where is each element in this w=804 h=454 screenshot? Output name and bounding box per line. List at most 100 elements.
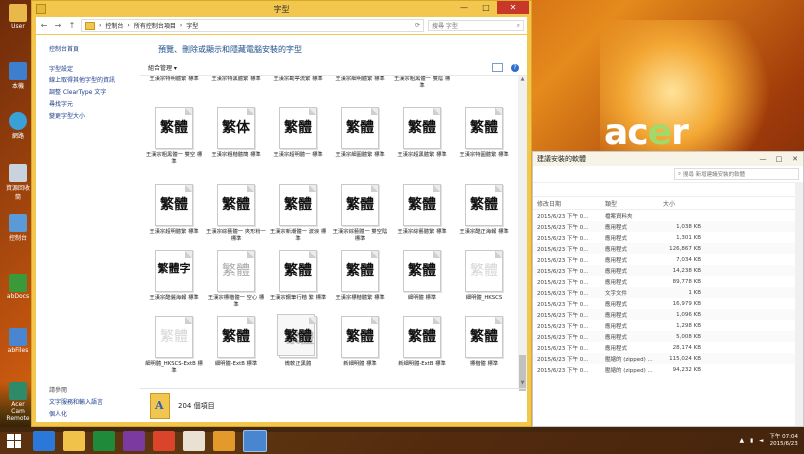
file-row[interactable]: 2015/6/23 下午 0... 應用程式 5,008 KB: [533, 331, 803, 342]
file-row[interactable]: 2015/6/23 下午 0... 應用程式 1,096 KB: [533, 309, 803, 320]
file-row[interactable]: 2015/6/23 下午 0... 應用程式 28,174 KB: [533, 342, 803, 353]
font-tile[interactable]: 繁體 王漢宗標楷體繁 標準: [330, 250, 390, 302]
organize-button[interactable]: 組合管理 ▾: [148, 63, 177, 72]
forward-arrow-icon[interactable]: →: [53, 21, 63, 30]
font-tile[interactable]: 繁體 細明體-ExtB 標準: [206, 316, 266, 368]
file-row[interactable]: 2015/6/23 下午 0... 壓縮的 (zipped) ... 94,232 …: [533, 364, 803, 375]
back-arrow-icon[interactable]: ←: [39, 21, 49, 30]
sidebar-link-change-font-size[interactable]: 變更字型大小: [49, 111, 85, 120]
font-tile[interactable]: 繁體 王漢宗粗黑體一 雙空 標準: [144, 107, 204, 166]
scroll-down-icon[interactable]: ▼: [518, 380, 527, 388]
font-tile[interactable]: 王漢宗粗黑體一 雙陰 標準: [392, 76, 452, 90]
sidebar-link-online-fonts[interactable]: 線上取得其他字型的資訊: [49, 75, 115, 84]
font-tile[interactable]: 繁體 王漢宗鋼筆行楷 繁 標準: [268, 250, 328, 302]
font-tile[interactable]: 繁體字 王漢宗酷儷海報 標準: [144, 250, 204, 302]
font-tile[interactable]: 繁體 王漢宗綜藝體一 夾形粉一 標準: [206, 184, 266, 243]
font-tile[interactable]: 繁體 王漢宗超明體一 標準: [268, 107, 328, 159]
software-scrollbar[interactable]: [795, 182, 803, 426]
font-tile[interactable]: 繁體 細明體_HKSCS-ExtB 標準: [144, 316, 204, 375]
font-tile[interactable]: 繁體 王漢宗超黑體繁 標準: [392, 107, 452, 159]
desktop-icon-abdocs[interactable]: abDocs: [4, 274, 32, 300]
file-row[interactable]: 2015/6/23 下午 0... 應用程式 1,298 KB: [533, 320, 803, 331]
sidebar-home-link[interactable]: 控制台首頁: [49, 44, 79, 53]
column-date[interactable]: 修改日期: [533, 199, 605, 208]
font-tile[interactable]: 繁體 新細明體-ExtB 標準: [392, 316, 452, 368]
file-row[interactable]: 2015/6/23 下午 0... 應用程式 14,238 KB: [533, 265, 803, 276]
clock[interactable]: 下午 07:04 2015/6/23: [769, 434, 798, 448]
sidebar-link-find-character[interactable]: 尋找字元: [49, 99, 73, 108]
font-tile[interactable]: 繁體 王漢宗新潮體一 波浪 標準: [268, 184, 328, 243]
maximize-button[interactable]: □: [475, 1, 497, 14]
desktop-icon-abfiles[interactable]: abFiles: [4, 328, 32, 354]
software-search-input[interactable]: ⌕ 搜尋 新增建議安裝的軟體: [674, 168, 799, 180]
close-button[interactable]: ✕: [787, 155, 803, 163]
desktop-icon-recycle-bin[interactable]: 資源回收筒: [4, 164, 32, 201]
ie-icon[interactable]: [33, 430, 55, 451]
desktop-icon-network[interactable]: 網路: [4, 112, 32, 140]
desktop-icon-control-panel[interactable]: 控制台: [4, 214, 32, 242]
minimize-button[interactable]: —: [453, 1, 475, 14]
fonts-scrollbar[interactable]: ▲ ▼: [518, 76, 527, 391]
excel-icon[interactable]: [93, 430, 115, 451]
close-button[interactable]: ✕: [497, 1, 529, 14]
network-tray-icon[interactable]: ▮: [750, 438, 753, 444]
breadcrumb[interactable]: › 控制台 › 所有控制台項目 › 字型 ⟳: [81, 19, 424, 32]
file-row[interactable]: 2015/6/23 下午 0... 應用程式 89,778 KB: [533, 276, 803, 287]
breadcrumb-fonts[interactable]: 字型: [186, 21, 198, 30]
font-tile[interactable]: 繁體 王漢宗綜藝體一 雙空陰 標準: [330, 184, 390, 243]
column-size[interactable]: 大小: [663, 199, 701, 208]
font-tile[interactable]: 繁體 王漢宗特圓體繁 標準: [454, 107, 514, 159]
font-tile[interactable]: 繁体 王漢宗粗楷體簡 標準: [206, 107, 266, 159]
file-row[interactable]: 2015/6/23 下午 0... 應用程式 7,034 KB: [533, 254, 803, 265]
sidebar-link-font-settings[interactable]: 字型設定: [49, 64, 73, 73]
font-tile[interactable]: 繁體 王漢宗超明體繁 標準: [144, 184, 204, 236]
onenote-icon[interactable]: [123, 430, 145, 451]
file-type: 應用程式: [605, 279, 628, 286]
font-tile[interactable]: 繁體 標楷體 標準: [454, 316, 514, 368]
home-icon[interactable]: [183, 430, 205, 451]
start-button[interactable]: [7, 433, 21, 448]
file-row[interactable]: 2015/6/23 下午 0... 應用程式 126,867 KB: [533, 243, 803, 254]
font-tile[interactable]: 王漢宗勘亭流繁 標準: [268, 76, 328, 83]
file-row[interactable]: 2015/6/23 下午 0... 檔案資料夾: [533, 210, 803, 221]
control-panel-icon[interactable]: [243, 429, 267, 452]
desktop-icon-acer-cam[interactable]: Acer Cam Remote: [4, 382, 32, 422]
maximize-button[interactable]: □: [771, 155, 787, 163]
scroll-up-icon[interactable]: ▲: [518, 76, 527, 84]
font-tile[interactable]: 繁體 新細明體 標準: [330, 316, 390, 368]
font-tile[interactable]: 繁體 細明體_HKSCS: [454, 250, 514, 302]
desktop-icon-user[interactable]: User: [4, 4, 32, 30]
file-row[interactable]: 2015/6/23 下午 0... 應用程式 1,038 KB: [533, 221, 803, 232]
help-icon[interactable]: ?: [511, 63, 519, 72]
sidebar-link-personalize[interactable]: 個人化: [49, 409, 67, 418]
font-tile[interactable]: 繁體 微軟正黑體: [268, 314, 328, 368]
file-explorer-icon[interactable]: [63, 430, 85, 451]
file-row[interactable]: 2015/6/23 下午 0... 應用程式 16,979 KB: [533, 298, 803, 309]
font-tile[interactable]: 王漢宗特明體繁 標準: [144, 76, 204, 83]
desktop-icon-computer[interactable]: 本機: [4, 62, 32, 90]
breadcrumb-all-items[interactable]: 所有控制台項目: [134, 21, 176, 30]
app-icon[interactable]: [213, 430, 235, 451]
show-hidden-icons-icon[interactable]: ▲: [740, 437, 745, 444]
breadcrumb-control-panel[interactable]: 控制台: [105, 21, 123, 30]
volume-icon[interactable]: ◄: [759, 438, 763, 444]
font-tile[interactable]: 繁體 王漢宗酷正海報 標準: [454, 184, 514, 236]
column-type[interactable]: 類型: [605, 199, 663, 208]
file-row[interactable]: 2015/6/23 下午 0... 應用程式 1,301 KB: [533, 232, 803, 243]
up-arrow-icon[interactable]: ↑: [67, 21, 77, 30]
file-row[interactable]: 2015/6/23 下午 0... 文字文件 1 KB: [533, 287, 803, 298]
font-tile[interactable]: 繁體 王漢宗細圓體繁 標準: [330, 107, 390, 159]
font-tile[interactable]: 繁體 王漢宗標楷體一 空心 標準: [206, 250, 266, 309]
font-tile[interactable]: 王漢宗細明體繁 標準: [330, 76, 390, 83]
refresh-icon[interactable]: ⟳: [415, 22, 420, 29]
minimize-button[interactable]: —: [755, 155, 771, 163]
view-options-icon[interactable]: [492, 63, 503, 72]
search-input[interactable]: 搜尋 字型 ⌕: [428, 20, 524, 31]
sidebar-link-text-services[interactable]: 文字服務和輸入語言: [49, 397, 103, 406]
font-tile[interactable]: 繁體 王漢宗綜藝體繁 標準: [392, 184, 452, 236]
file-row[interactable]: 2015/6/23 下午 0... 壓縮的 (zipped) ... 115,024…: [533, 353, 803, 364]
font-tile[interactable]: 繁體 細明體 標準: [392, 250, 452, 302]
sidebar-link-cleartype[interactable]: 調整 ClearType 文字: [49, 87, 106, 96]
photo-icon[interactable]: [153, 430, 175, 451]
font-tile[interactable]: 王漢宗特黑體繁 標準: [206, 76, 266, 83]
